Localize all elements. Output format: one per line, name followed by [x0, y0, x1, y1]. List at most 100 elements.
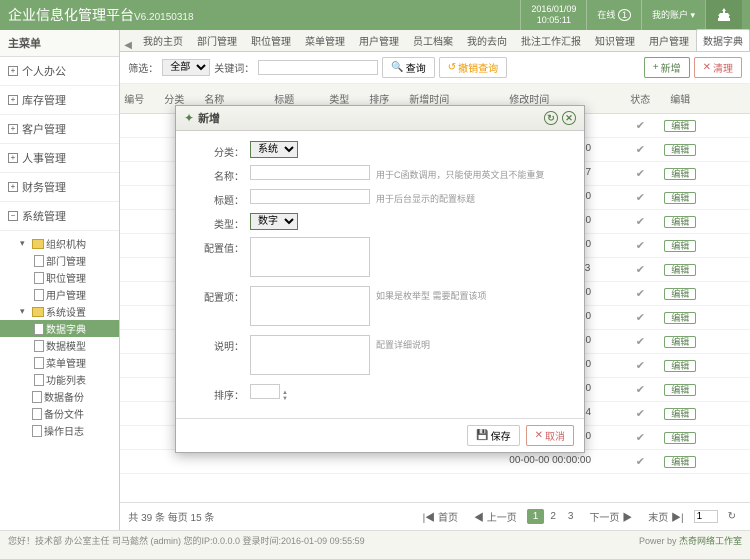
tab[interactable]: 我的主页	[136, 29, 190, 51]
tree-leaf[interactable]: 用户管理	[0, 286, 119, 303]
add-button[interactable]: +新增	[644, 57, 690, 78]
check-icon: ✔	[636, 264, 645, 276]
edit-button[interactable]: 编辑	[664, 144, 696, 156]
modal-value-textarea[interactable]	[250, 237, 370, 277]
tree-leaf[interactable]: 菜单管理	[0, 354, 119, 371]
tree-leaf[interactable]: 功能列表	[0, 371, 119, 388]
app-title: 企业信息化管理平台	[8, 7, 134, 23]
pager-last[interactable]: 末页 ▶|	[642, 507, 689, 526]
tab[interactable]: 员工档案	[406, 29, 460, 51]
modal-name-input[interactable]	[250, 165, 370, 180]
pager-page[interactable]: 2	[544, 509, 562, 524]
edit-button[interactable]: 编辑	[664, 456, 696, 468]
filter-select[interactable]: 全部	[162, 59, 210, 76]
sort-stepper[interactable]: ▲▼	[282, 390, 288, 402]
tab[interactable]: 我的去向	[460, 29, 514, 51]
menu-item[interactable]: +人事管理	[0, 144, 119, 173]
tab-bar: ◀ 我的主页部门管理职位管理菜单管理用户管理员工档案我的去向批注工作汇报知识管理…	[120, 30, 750, 52]
expand-icon: +	[8, 182, 18, 192]
pager-prev[interactable]: ◀ 上一页	[468, 507, 523, 526]
tab[interactable]: 批注工作汇报	[514, 29, 588, 51]
close-icon[interactable]: ✕	[562, 111, 576, 125]
menu-item[interactable]: +库存管理	[0, 86, 119, 115]
tree-org[interactable]: ▾组织机构	[0, 235, 119, 252]
undo-icon: ↺	[448, 62, 456, 73]
edit-button[interactable]: 编辑	[664, 264, 696, 276]
modal-header[interactable]: ✦ 新增 ↻ ✕	[176, 106, 584, 131]
pager-next[interactable]: 下一页 ▶	[583, 507, 638, 526]
folder-icon	[32, 307, 44, 317]
edit-button[interactable]: 编辑	[664, 432, 696, 444]
edit-button[interactable]: 编辑	[664, 168, 696, 180]
check-icon: ✔	[636, 168, 645, 180]
tree-leaf[interactable]: 备份文件	[0, 405, 119, 422]
clear-button[interactable]: ✕清理	[694, 57, 742, 78]
tree-leaf[interactable]: 操作日志	[0, 422, 119, 439]
expand-icon: +	[8, 124, 18, 134]
file-icon	[32, 425, 42, 437]
check-icon: ✔	[636, 360, 645, 372]
check-icon: ✔	[636, 336, 645, 348]
tree-leaf[interactable]: 数据字典	[0, 320, 119, 337]
edit-button[interactable]: 编辑	[664, 384, 696, 396]
file-icon	[34, 272, 44, 284]
modal-desc-textarea[interactable]	[250, 335, 370, 375]
pager-goto-input[interactable]	[694, 510, 718, 523]
menu-item[interactable]: +客户管理	[0, 115, 119, 144]
tab[interactable]: 用户管理	[642, 29, 696, 51]
header-online[interactable]: 在线 1	[586, 0, 641, 30]
tab[interactable]: 部门管理	[190, 29, 244, 51]
tab[interactable]: 数据字典	[696, 29, 750, 51]
file-icon	[34, 289, 44, 301]
file-icon	[34, 357, 44, 369]
reset-button[interactable]: ↺撤销查询	[439, 57, 507, 78]
pager-go-icon[interactable]: ↻	[722, 509, 742, 524]
modal-cat-select[interactable]: 系统	[250, 141, 298, 158]
tree-leaf[interactable]: 数据备份	[0, 388, 119, 405]
file-icon	[34, 255, 44, 267]
file-icon	[32, 391, 42, 403]
menu-item[interactable]: −系统管理	[0, 202, 119, 231]
table-row[interactable]: 00-00-00 00:00:00✔编辑	[120, 450, 750, 474]
keyword-label: 关键词：	[214, 60, 254, 75]
add-modal: ✦ 新增 ↻ ✕ 分类：系统 名称：用于C函数调用，只能使用英文且不能重复 标题…	[175, 105, 585, 453]
menu-item[interactable]: +个人办公	[0, 57, 119, 86]
modal-options-textarea[interactable]	[250, 286, 370, 326]
tab[interactable]: 菜单管理	[298, 29, 352, 51]
header-account[interactable]: 我的账户 ▾	[641, 0, 705, 30]
edit-button[interactable]: 编辑	[664, 216, 696, 228]
tab[interactable]: 用户管理	[352, 29, 406, 51]
search-button[interactable]: 🔍查询	[382, 57, 434, 78]
footer-brand-link[interactable]: 杰奇网络工作室	[679, 536, 742, 546]
tree-leaf[interactable]: 部门管理	[0, 252, 119, 269]
tree-icon[interactable]	[705, 0, 742, 30]
edit-button[interactable]: 编辑	[664, 120, 696, 132]
pager-page[interactable]: 1	[527, 509, 545, 524]
tree-leaf[interactable]: 数据模型	[0, 337, 119, 354]
refresh-icon[interactable]: ↻	[544, 111, 558, 125]
check-icon: ✔	[636, 192, 645, 204]
edit-button[interactable]: 编辑	[664, 312, 696, 324]
tab[interactable]: 职位管理	[244, 29, 298, 51]
tree-leaf[interactable]: 职位管理	[0, 269, 119, 286]
footer: 您好！技术部 办公室主任 司马懿然 (admin) 您的IP:0.0.0.0 登…	[0, 530, 750, 550]
pager-page[interactable]: 3	[562, 509, 580, 524]
edit-button[interactable]: 编辑	[664, 336, 696, 348]
edit-button[interactable]: 编辑	[664, 288, 696, 300]
save-button[interactable]: 💾 保存	[467, 425, 519, 446]
modal-sort-input[interactable]	[250, 384, 280, 399]
cancel-button[interactable]: ✕ 取消	[526, 425, 574, 446]
modal-title-input[interactable]	[250, 189, 370, 204]
edit-button[interactable]: 编辑	[664, 240, 696, 252]
tab[interactable]: 知识管理	[588, 29, 642, 51]
keyword-input[interactable]	[258, 60, 378, 75]
tab-prev-icon[interactable]: ◀	[120, 40, 136, 51]
menu-item[interactable]: +财务管理	[0, 173, 119, 202]
edit-button[interactable]: 编辑	[664, 360, 696, 372]
modal-type-select[interactable]: 数字	[250, 213, 298, 230]
edit-button[interactable]: 编辑	[664, 192, 696, 204]
check-icon: ✔	[636, 288, 645, 300]
tree-sys[interactable]: ▾系统设置	[0, 303, 119, 320]
pager-first[interactable]: |◀ 首页	[417, 507, 464, 526]
edit-button[interactable]: 编辑	[664, 408, 696, 420]
